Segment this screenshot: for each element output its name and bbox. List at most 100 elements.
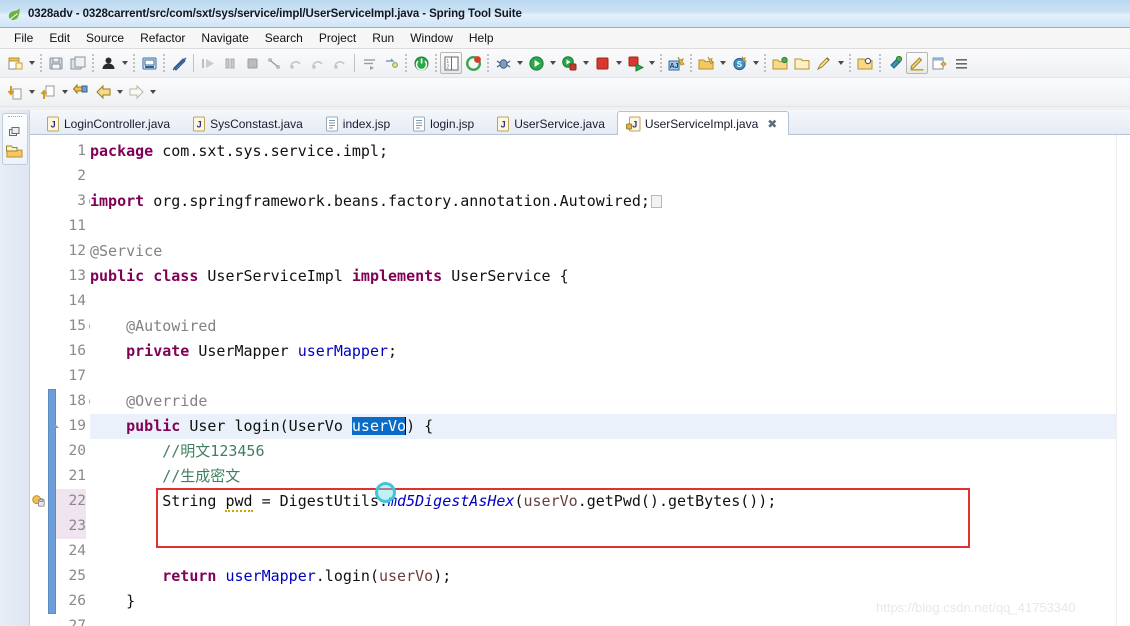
run-external-tools-dropdown[interactable]: [580, 52, 591, 74]
overflow-button[interactable]: [950, 52, 972, 74]
back-button[interactable]: [92, 81, 114, 103]
code-line[interactable]: [90, 164, 1130, 189]
drop-to-frame-button[interactable]: [380, 52, 402, 74]
editor-marker-gutter[interactable]: [30, 135, 48, 626]
new-annotation-button[interactable]: [813, 52, 835, 74]
editor-tab-sysconstast-java[interactable]: J SysConstast.java: [182, 112, 315, 134]
save-button[interactable]: [45, 52, 67, 74]
code-line[interactable]: [90, 214, 1130, 239]
menu-project[interactable]: Project: [311, 29, 364, 48]
skip-breakpoints-button[interactable]: [358, 52, 380, 74]
new-spring-bean-button[interactable]: S: [728, 52, 750, 74]
menu-help[interactable]: Help: [461, 29, 502, 48]
stop-button[interactable]: [591, 52, 613, 74]
code-line[interactable]: public class UserServiceImpl implements …: [90, 264, 1130, 289]
previous-annotation-button[interactable]: [4, 81, 26, 103]
stop-dropdown[interactable]: [613, 52, 624, 74]
new-annotation-dropdown[interactable]: [835, 52, 846, 74]
editor-code-text[interactable]: package com.sxt.sys.service.impl; import …: [90, 135, 1130, 626]
menu-navigate[interactable]: Navigate: [193, 29, 256, 48]
new-package-dropdown[interactable]: [717, 52, 728, 74]
suspend-button[interactable]: [219, 52, 241, 74]
new-java-project-button[interactable]: AJ: [665, 52, 687, 74]
code-line[interactable]: public User login(UserVo userVo) {: [90, 414, 1130, 439]
code-line[interactable]: [90, 514, 1130, 539]
code-line[interactable]: [90, 614, 1130, 626]
forward-button[interactable]: [125, 81, 147, 103]
step-over-button[interactable]: [307, 52, 329, 74]
debug-dropdown[interactable]: [514, 52, 525, 74]
new-spring-bean-dropdown[interactable]: [750, 52, 761, 74]
menu-edit[interactable]: Edit: [41, 29, 78, 48]
code-line[interactable]: }: [90, 589, 1130, 614]
previous-annotation-dropdown[interactable]: [26, 81, 37, 103]
code-line[interactable]: @Autowired: [90, 314, 1130, 339]
print-button[interactable]: [138, 52, 160, 74]
code-line[interactable]: //生成密文: [90, 464, 1130, 489]
next-annotation-button[interactable]: [37, 81, 59, 103]
editor-tab-userservice-java[interactable]: J UserService.java: [486, 112, 617, 134]
code-line[interactable]: //明文123456: [90, 439, 1130, 464]
forward-dropdown[interactable]: [147, 81, 158, 103]
resume-button[interactable]: [197, 52, 219, 74]
step-return-button[interactable]: [329, 52, 351, 74]
new-wizard-button[interactable]: [4, 52, 26, 74]
back-dropdown[interactable]: [114, 81, 125, 103]
editor-tab-index-jsp[interactable]: index.jsp: [315, 112, 402, 134]
new-package-button[interactable]: [695, 52, 717, 74]
menu-search[interactable]: Search: [257, 29, 311, 48]
code-line[interactable]: [90, 289, 1130, 314]
run-external-tools-button[interactable]: [558, 52, 580, 74]
disconnect-button[interactable]: [263, 52, 285, 74]
fold-collapse-triangle-icon[interactable]: [49, 423, 59, 428]
warning-marker[interactable]: [31, 493, 47, 509]
restart-button[interactable]: [624, 52, 646, 74]
code-line[interactable]: @Override: [90, 389, 1130, 414]
editor-tab-userserviceimpl-java[interactable]: J UserServiceImpl.java ✖: [616, 111, 790, 135]
boot-dashboard-button[interactable]: [410, 52, 432, 74]
run-button[interactable]: [525, 52, 547, 74]
run-dropdown[interactable]: [547, 52, 558, 74]
editor-tab-login-jsp[interactable]: login.jsp: [402, 112, 486, 134]
code-line[interactable]: import org.springframework.beans.factory…: [90, 189, 1130, 214]
menu-source[interactable]: Source: [78, 29, 132, 48]
view-stack-panel[interactable]: [1, 113, 28, 165]
new-view-button[interactable]: [928, 52, 950, 74]
step-into-button[interactable]: [285, 52, 307, 74]
code-line[interactable]: [90, 364, 1130, 389]
pin-button[interactable]: [884, 52, 906, 74]
code-line[interactable]: private UserMapper userMapper;: [90, 339, 1130, 364]
highlight-button[interactable]: [906, 52, 928, 74]
menu-window[interactable]: Window: [402, 29, 461, 48]
restart-dropdown[interactable]: [646, 52, 657, 74]
terminate-button[interactable]: [241, 52, 263, 74]
collapsed-fold-box-icon[interactable]: [650, 195, 662, 208]
user-profile-button[interactable]: [97, 52, 119, 74]
user-profile-dropdown[interactable]: [119, 52, 130, 74]
toggle-split-editor-button[interactable]: 12: [440, 52, 462, 74]
menu-refactor[interactable]: Refactor: [132, 29, 193, 48]
debug-button[interactable]: [492, 52, 514, 74]
last-edit-location-button[interactable]: [70, 81, 92, 103]
code-line[interactable]: [90, 539, 1130, 564]
code-line[interactable]: String pwd = DigestUtils.md5DigestAsHex(…: [90, 489, 1130, 514]
save-all-button[interactable]: [67, 52, 89, 74]
code-line[interactable]: package com.sxt.sys.service.impl;: [90, 139, 1130, 164]
next-annotation-dropdown[interactable]: [59, 81, 70, 103]
relaunch-button[interactable]: [462, 52, 484, 74]
close-icon[interactable]: ✖: [767, 118, 777, 130]
package-explorer-icon[interactable]: [5, 142, 25, 160]
menu-run[interactable]: Run: [364, 29, 402, 48]
menu-file[interactable]: File: [6, 29, 41, 48]
search-button[interactable]: [854, 52, 876, 74]
open-type-button[interactable]: [769, 52, 791, 74]
code-line[interactable]: return userMapper.login(userVo);: [90, 564, 1130, 589]
code-line[interactable]: @Service: [90, 239, 1130, 264]
restore-icon[interactable]: [5, 123, 25, 141]
new-wizard-dropdown[interactable]: [26, 52, 37, 74]
java-source-editor[interactable]: 1 2 3 11 12 13 14 15 16 17 18 19 20 21 22 23 24 25 26 27 pa…: [30, 135, 1130, 626]
editor-overview-ruler[interactable]: [1116, 135, 1130, 626]
open-task-button[interactable]: [791, 52, 813, 74]
editor-tab-logincontroller-java[interactable]: J LoginController.java: [36, 112, 182, 134]
toggle-mark-occurrences-button[interactable]: [168, 52, 190, 74]
